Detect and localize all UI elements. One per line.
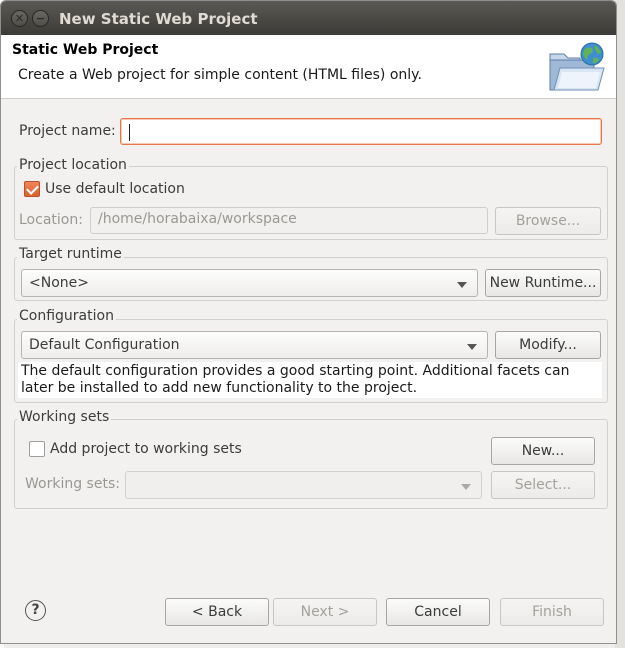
chevron-down-icon [461,484,471,490]
target-runtime-select[interactable]: <None> [21,269,478,297]
cancel-button[interactable]: Cancel [386,598,490,626]
add-to-working-sets-label[interactable]: Add project to working sets [50,441,242,457]
select-working-sets-button[interactable]: Select... [491,471,595,499]
configuration-value: Default Configuration [29,337,180,353]
working-sets-group-title: Working sets [17,409,112,425]
close-icon[interactable]: ✕ [11,10,28,27]
minimize-icon[interactable]: − [32,10,49,27]
location-label: Location: [19,212,83,228]
finish-button[interactable]: Finish [500,598,604,626]
browse-button[interactable]: Browse... [495,207,601,235]
working-sets-select[interactable] [125,471,482,499]
configuration-select[interactable]: Default Configuration [21,331,488,359]
use-default-location-checkbox[interactable] [24,181,40,197]
working-sets-label: Working sets: [25,476,120,492]
new-runtime-button[interactable]: New Runtime... [485,269,601,297]
target-runtime-value: <None> [29,275,89,291]
back-button[interactable]: < Back [165,598,269,626]
wizard-header: Static Web Project Create a Web project … [1,35,616,99]
project-location-group-title: Project location [17,157,129,173]
configuration-description: The default configuration provides a goo… [18,362,602,398]
page-description: Create a Web project for simple content … [18,67,422,83]
folder-globe-icon [549,42,605,91]
use-default-location-label[interactable]: Use default location [45,181,185,197]
modify-button[interactable]: Modify... [495,331,601,359]
location-value: /home/horabaixa/workspace [98,211,297,227]
project-name-label: Project name: [19,123,116,139]
project-name-input[interactable] [120,118,602,145]
chevron-down-icon [467,344,477,350]
title-bar[interactable]: ✕ − New Static Web Project [1,1,616,35]
configuration-group-title: Configuration [17,308,116,324]
location-input[interactable]: /home/horabaixa/workspace [90,207,488,234]
next-button[interactable]: Next > [273,598,377,626]
window-title: New Static Web Project [59,10,258,28]
help-icon[interactable]: ? [25,600,46,621]
page-title: Static Web Project [12,42,159,58]
chevron-down-icon [457,282,467,288]
text-caret [129,124,130,141]
new-static-web-project-dialog: ✕ − New Static Web Project Static Web Pr… [0,0,617,644]
target-runtime-group-title: Target runtime [17,246,124,262]
new-working-set-button[interactable]: New... [491,437,595,465]
add-to-working-sets-checkbox[interactable] [29,441,45,457]
